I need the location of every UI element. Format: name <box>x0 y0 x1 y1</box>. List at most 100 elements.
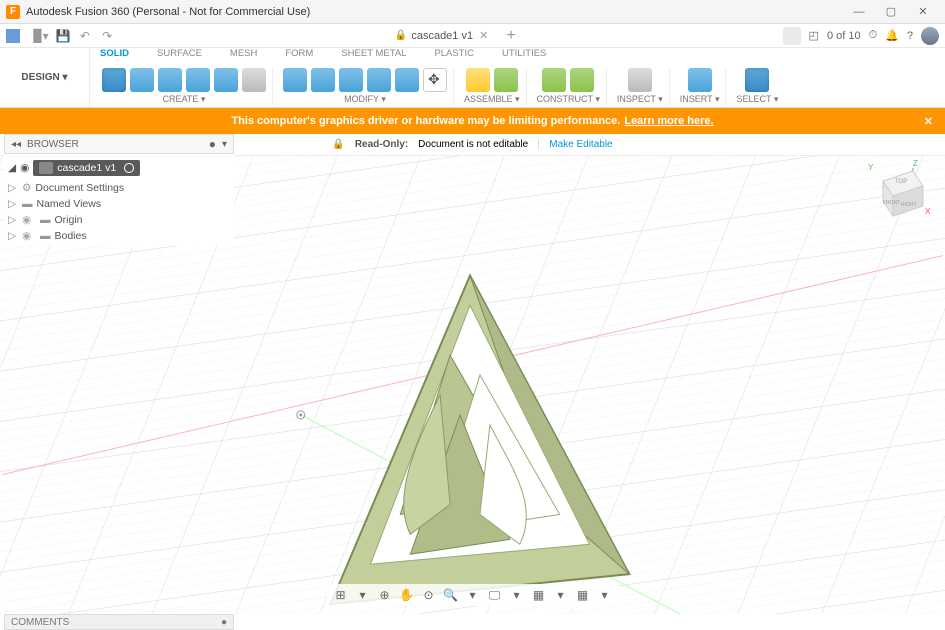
zoom-icon[interactable]: ⊙ <box>421 587 437 603</box>
tab-close-icon[interactable]: ✕ <box>479 29 488 42</box>
zoom-window-icon[interactable]: 🔍 <box>443 587 459 603</box>
data-panel-icon[interactable] <box>6 29 20 43</box>
comments-pin-icon[interactable]: ● <box>221 617 227 628</box>
browser-dropdown-icon[interactable]: ▾ <box>222 139 227 150</box>
close-button[interactable]: ✕ <box>907 5 939 18</box>
folder-icon: ▬ <box>40 230 51 242</box>
undo-icon[interactable]: ↶ <box>77 28 93 44</box>
pan-icon[interactable]: ✋ <box>399 587 415 603</box>
component-icon <box>39 162 53 174</box>
shell-icon[interactable] <box>367 68 391 92</box>
orbit-tool-icon[interactable]: ⊕ <box>377 587 393 603</box>
browser-header[interactable]: ◂◂ BROWSER ● ▾ <box>4 134 234 154</box>
visibility-icon[interactable]: ◉ <box>22 214 36 226</box>
save-icon[interactable]: 💾 <box>55 28 71 44</box>
document-tab[interactable]: 🔒 cascade1 v1 ✕ <box>385 29 498 42</box>
revolve-icon[interactable] <box>186 68 210 92</box>
browser-title: BROWSER <box>27 139 79 150</box>
viewport-layout-icon[interactable]: ▦ <box>575 587 591 603</box>
warning-text: This computer's graphics driver or hardw… <box>231 115 620 127</box>
warning-bar: This computer's graphics driver or hardw… <box>0 108 945 134</box>
select-icon[interactable] <box>745 68 769 92</box>
warning-close-icon[interactable]: ✕ <box>924 115 933 128</box>
folder-icon: ▬ <box>40 214 51 226</box>
tree-item[interactable]: ▷◉▬ Bodies <box>4 228 234 244</box>
minimize-button[interactable]: — <box>843 6 875 18</box>
tree-item[interactable]: ▷⚙ Document Settings <box>4 180 234 196</box>
tree-root[interactable]: cascade1 v1 <box>33 160 140 176</box>
extensions-icon[interactable] <box>783 27 801 45</box>
browser-pin-icon[interactable]: ● <box>209 137 216 151</box>
make-editable-button[interactable]: Make Editable <box>538 139 612 150</box>
file-icon[interactable]: ▉▾ <box>33 28 49 44</box>
nav-dropdown-icon[interactable]: ▾ <box>597 587 613 603</box>
tree-item[interactable]: ▷▬ Named Views <box>4 196 234 212</box>
group-insert: INSERT ▾ <box>674 68 727 105</box>
group-inspect-label[interactable]: INSPECT ▾ <box>617 94 663 105</box>
job-status-icon[interactable]: ◰ <box>809 29 819 42</box>
expand-icon[interactable]: ◢ <box>8 162 16 174</box>
redo-icon[interactable]: ↷ <box>99 28 115 44</box>
display-icon[interactable]: 🖵 <box>487 587 503 603</box>
axis-icon[interactable] <box>570 68 594 92</box>
notif-bell-icon[interactable]: 🔔 <box>885 29 899 42</box>
plane-icon[interactable] <box>542 68 566 92</box>
activate-radio-icon[interactable] <box>124 163 134 173</box>
help-icon[interactable]: ? <box>907 30 913 42</box>
sweep-icon[interactable] <box>214 68 238 92</box>
box-icon[interactable] <box>130 68 154 92</box>
tab-mesh[interactable]: MESH <box>230 48 257 59</box>
sketch-icon[interactable] <box>102 68 126 92</box>
tab-form[interactable]: FORM <box>285 48 313 59</box>
axis-y-label: Y <box>868 163 874 172</box>
fillet-icon[interactable] <box>311 68 335 92</box>
title-bar: F Autodesk Fusion 360 (Personal - Not fo… <box>0 0 945 24</box>
view-cube[interactable]: Z Y TOP FRONT RIGHT X <box>863 156 933 236</box>
move-icon[interactable] <box>423 68 447 92</box>
warning-link[interactable]: Learn more here. <box>624 115 713 127</box>
nav-dropdown-icon[interactable]: ▾ <box>553 587 569 603</box>
tab-sheet-metal[interactable]: SHEET METAL <box>341 48 406 59</box>
tree-item[interactable]: ▷◉▬ Origin <box>4 212 234 228</box>
tab-solid[interactable]: SOLID <box>100 48 129 59</box>
orbit-icon[interactable]: ⊞ <box>333 587 349 603</box>
measure-icon[interactable] <box>628 68 652 92</box>
group-select-label[interactable]: SELECT ▾ <box>736 94 778 105</box>
browser-collapse-icon[interactable]: ◂◂ <box>11 139 21 150</box>
draft-icon[interactable] <box>395 68 419 92</box>
group-create-label[interactable]: CREATE ▾ <box>163 94 206 105</box>
nav-dropdown-icon[interactable]: ▾ <box>509 587 525 603</box>
tree-item-label: Origin <box>55 214 83 226</box>
hole-icon[interactable] <box>242 68 266 92</box>
chamfer-icon[interactable] <box>339 68 363 92</box>
group-inspect: INSPECT ▾ <box>611 68 670 105</box>
group-assemble-label[interactable]: ASSEMBLE ▾ <box>464 94 520 105</box>
tab-plastic[interactable]: PLASTIC <box>434 48 474 59</box>
extrude-icon[interactable] <box>158 68 182 92</box>
user-avatar[interactable] <box>921 27 939 45</box>
window-title: Autodesk Fusion 360 (Personal - Not for … <box>26 6 310 18</box>
nav-dropdown-icon[interactable]: ▾ <box>355 587 371 603</box>
gear-icon: ⚙ <box>22 182 31 194</box>
visibility-icon[interactable]: ◉ <box>22 230 36 242</box>
insert-icon[interactable] <box>688 68 712 92</box>
maximize-button[interactable]: ▢ <box>875 5 907 18</box>
add-tab-button[interactable]: + <box>506 27 515 45</box>
group-modify-label[interactable]: MODIFY ▾ <box>344 94 386 105</box>
grid-display-icon[interactable]: ▦ <box>531 587 547 603</box>
group-insert-label[interactable]: INSERT ▾ <box>680 94 720 105</box>
group-assemble: ASSEMBLE ▾ <box>458 68 527 105</box>
joint-icon[interactable] <box>494 68 518 92</box>
comments-panel[interactable]: COMMENTS ● <box>4 614 234 630</box>
nav-dropdown-icon[interactable]: ▾ <box>465 587 481 603</box>
tree-root-label: cascade1 v1 <box>57 162 116 174</box>
new-component-icon[interactable] <box>466 68 490 92</box>
workspace-switcher[interactable]: DESIGN ▾ <box>0 48 90 107</box>
group-construct-label[interactable]: CONSTRUCT ▾ <box>537 94 600 105</box>
tab-surface[interactable]: SURFACE <box>157 48 202 59</box>
tree-item-label: Document Settings <box>35 182 124 194</box>
notifications-icon[interactable]: ⏱ <box>869 29 878 42</box>
tab-utilities[interactable]: UTILITIES <box>502 48 546 59</box>
press-pull-icon[interactable] <box>283 68 307 92</box>
visibility-icon[interactable]: ◉ <box>20 162 29 174</box>
